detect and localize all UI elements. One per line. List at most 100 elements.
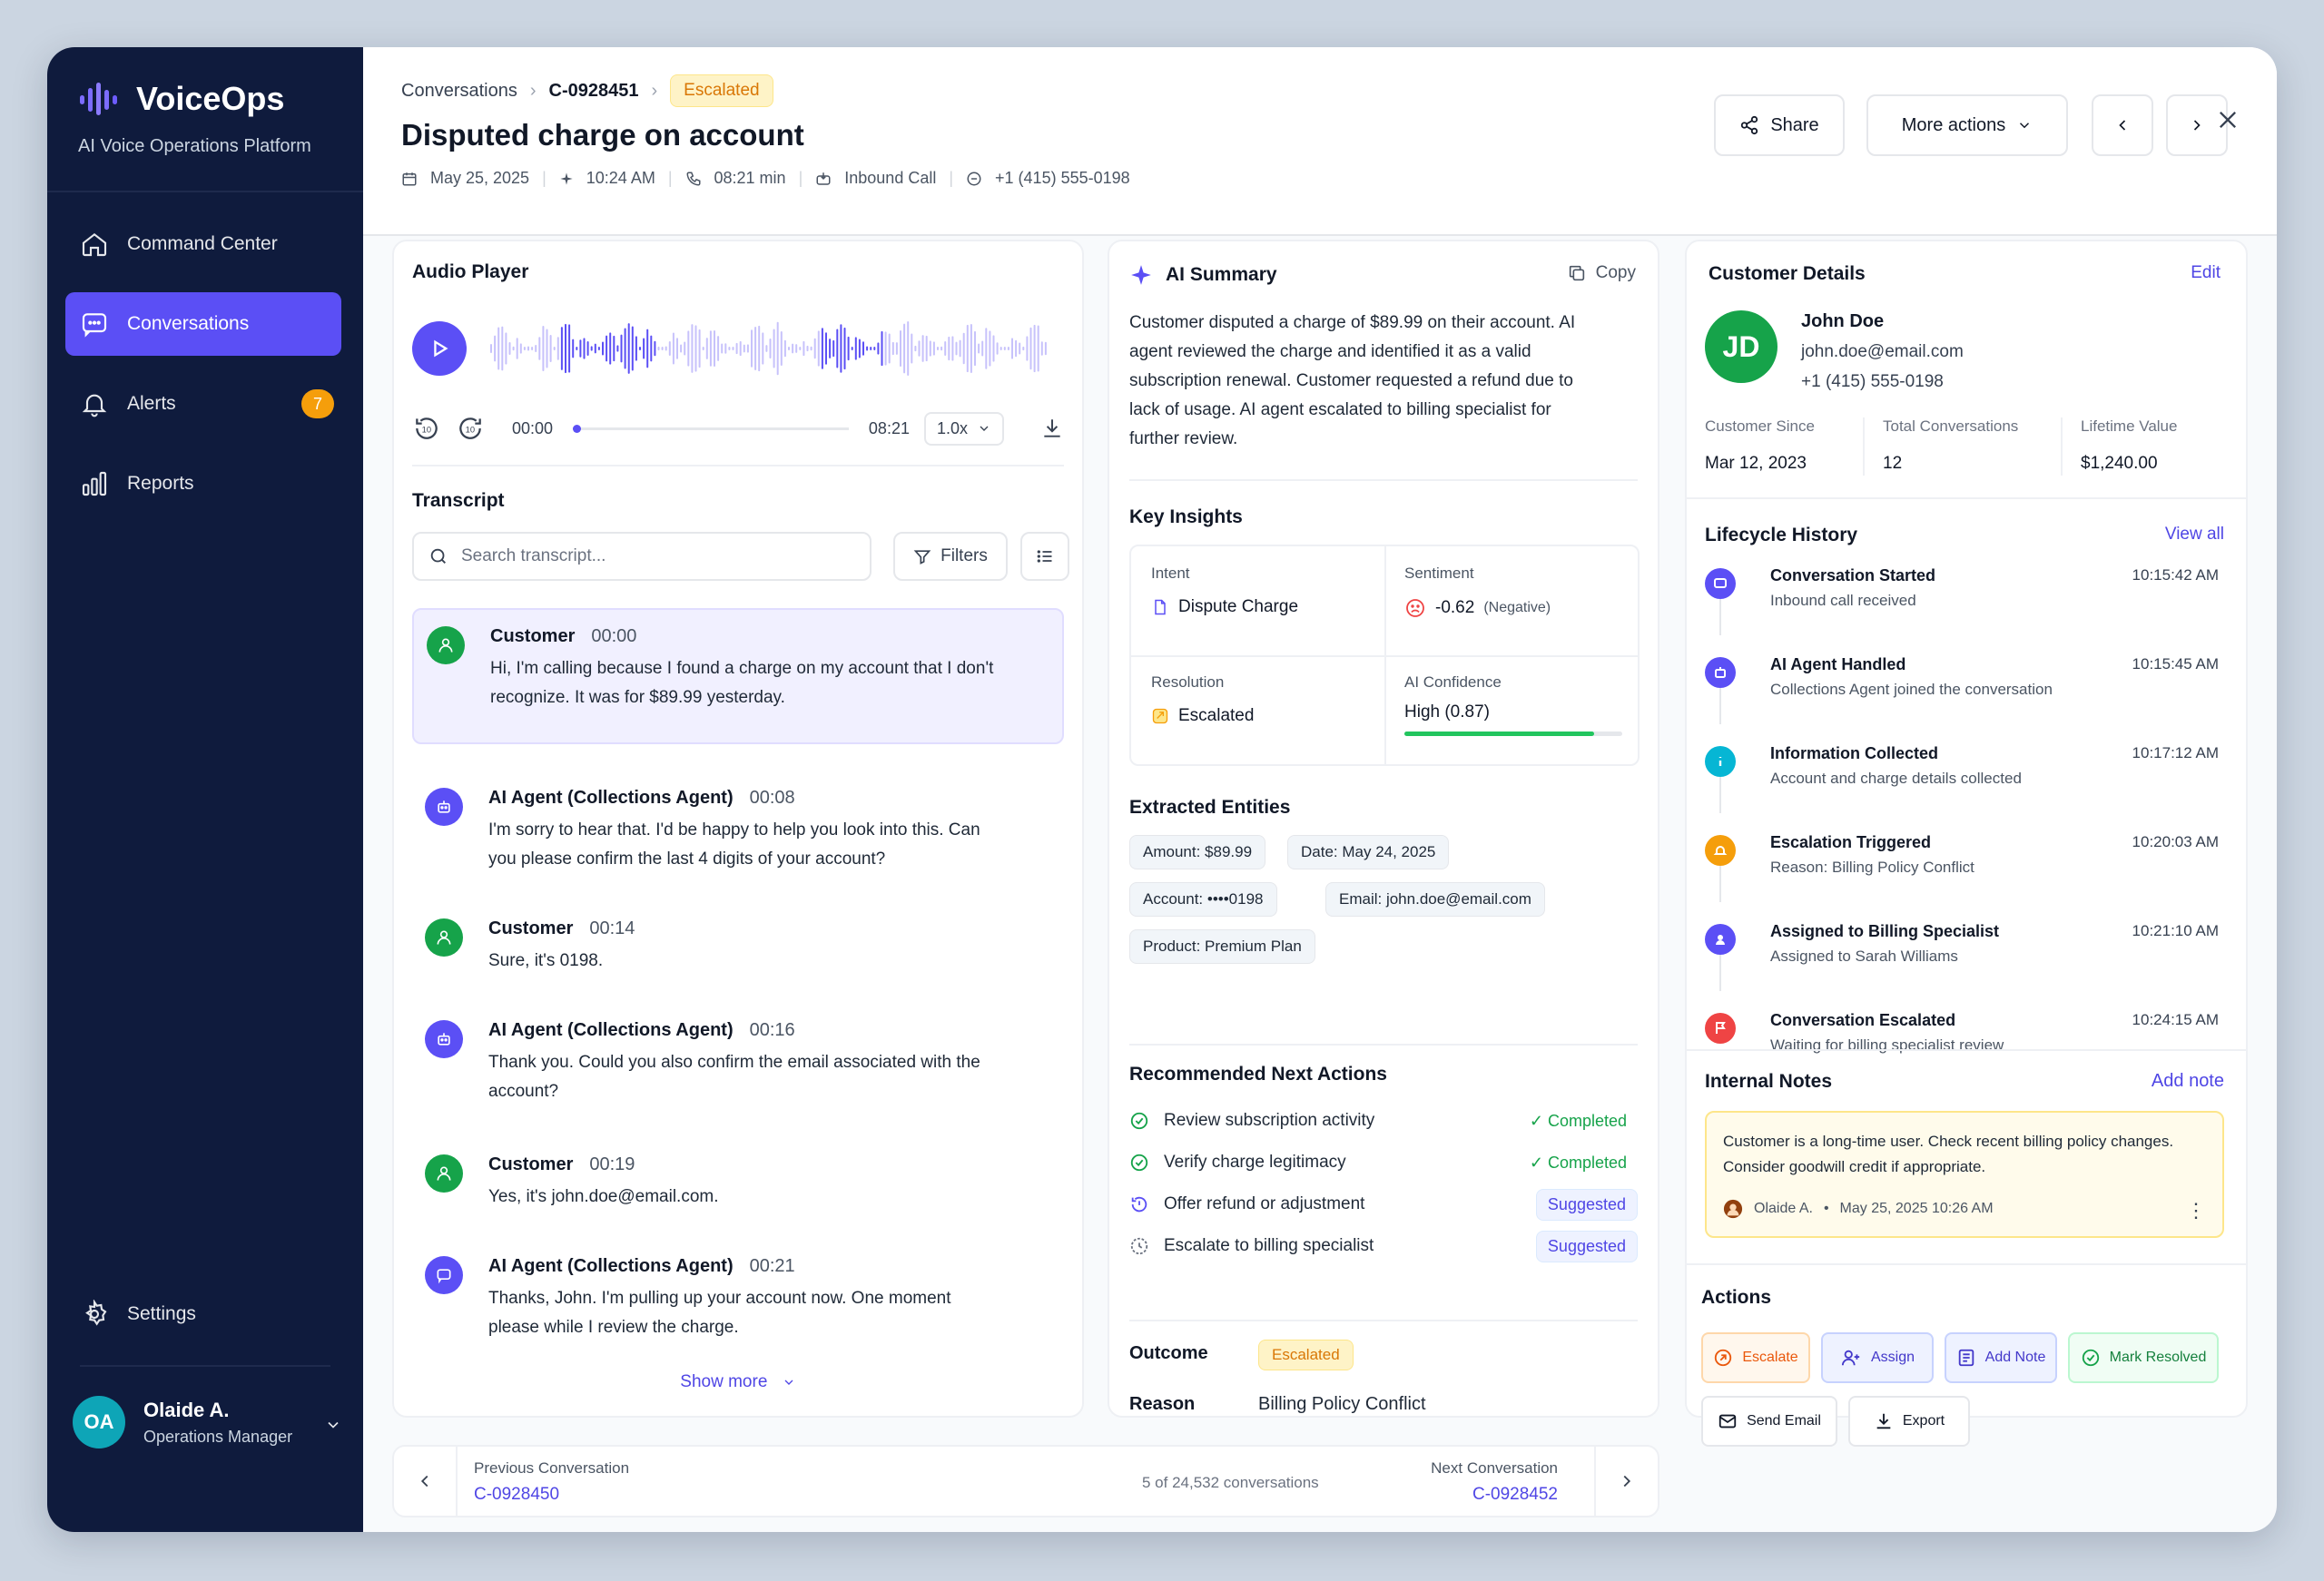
edit-customer-link[interactable]: Edit xyxy=(2191,263,2221,283)
escalate-button[interactable]: Escalate xyxy=(1701,1332,1810,1383)
app-window: VoiceOps AI Voice Operations Platform Co… xyxy=(47,47,2277,1532)
lifecycle-event[interactable]: Assigned to Billing Specialist Assigned t… xyxy=(1705,918,2219,991)
brand[interactable]: VoiceOps xyxy=(78,80,284,118)
copy-button[interactable]: Copy xyxy=(1567,263,1636,283)
recommended-action-item[interactable]: Offer refund or adjustment Suggested xyxy=(1129,1188,1638,1221)
sidebar-item-command-center[interactable]: Command Center xyxy=(65,212,341,276)
waveform-bar xyxy=(609,332,612,365)
lifecycle-event[interactable]: AI Agent Handled Collections Agent joined… xyxy=(1705,652,2219,724)
play-button[interactable] xyxy=(412,321,467,376)
message-text: Hi, I'm calling because I found a charge… xyxy=(490,659,994,707)
mail-icon xyxy=(1718,1414,1737,1429)
playback-speed-select[interactable]: 1.0x xyxy=(923,411,1004,446)
stat-label: Total Conversations xyxy=(1883,417,2019,435)
share-icon xyxy=(1741,115,1758,135)
insight-label: AI Confidence xyxy=(1404,673,1502,691)
waveform-bar xyxy=(817,330,820,367)
download-icon[interactable] xyxy=(1040,417,1064,440)
user-profile[interactable]: OA Olaide A. Operations Manager xyxy=(73,1396,292,1448)
chevron-down-icon xyxy=(784,1380,793,1385)
breadcrumb-conversations[interactable]: Conversations xyxy=(401,81,517,102)
previous-conversation[interactable]: Previous Conversation C-0928450 xyxy=(474,1459,629,1505)
lifecycle-event[interactable]: Escalation Triggered Reason: Billing Poli… xyxy=(1705,830,2219,902)
customer-phone[interactable]: +1 (415) 555-0198 xyxy=(1801,367,1964,397)
audio-waveform[interactable] xyxy=(488,319,1051,378)
next-conversation[interactable]: Next Conversation C-0928452 xyxy=(1431,1459,1558,1505)
recommended-action-item[interactable]: Review subscription activity ✓ Completed xyxy=(1129,1105,1638,1136)
customer-avatar: JD xyxy=(1705,310,1777,383)
transcript-message[interactable]: Customer 00:19 Yes, it's john.doe@email.c… xyxy=(412,1138,1064,1226)
recommended-action-item[interactable]: Escalate to billing specialist Suggested xyxy=(1129,1230,1638,1262)
export-button[interactable]: Export xyxy=(1848,1396,1970,1447)
sidebar-item-conversations[interactable]: Conversations xyxy=(65,292,341,356)
previous-button[interactable] xyxy=(2092,94,2153,156)
lifecycle-event[interactable]: Conversation Escalated Waiting for billin… xyxy=(1705,1007,2219,1071)
chevron-down-icon[interactable] xyxy=(324,1416,342,1434)
event-subtitle: Collections Agent joined the conversatio… xyxy=(1770,681,2053,698)
phone-icon xyxy=(686,172,701,186)
pager-previous-button[interactable] xyxy=(394,1447,458,1516)
chat-icon xyxy=(82,313,107,338)
add-note-link[interactable]: Add note xyxy=(2152,1071,2224,1092)
waveform-bar xyxy=(1007,347,1009,350)
transcript-message[interactable]: Customer 00:14 Sure, it's 0198. xyxy=(412,902,1064,990)
sidebar-item-alerts[interactable]: Alerts 7 xyxy=(65,372,341,436)
previous-conversation-id[interactable]: C-0928450 xyxy=(474,1485,629,1505)
list-view-button[interactable] xyxy=(1020,532,1069,581)
transcript-message[interactable]: Customer 00:00 Hi, I'm calling because I … xyxy=(412,608,1064,744)
alerts-count-badge: 7 xyxy=(301,389,334,418)
filters-button[interactable]: Filters xyxy=(893,532,1008,581)
sidebar-item-reports[interactable]: Reports xyxy=(65,452,341,516)
waveform-bar xyxy=(769,339,772,358)
more-vertical-icon[interactable]: ⋮ xyxy=(2186,1198,2206,1223)
transcript-message[interactable]: AI Agent (Collections Agent) 00:16 Thank … xyxy=(412,1004,1064,1121)
transcript-message[interactable]: AI Agent (Collections Agent) 00:08 I'm so… xyxy=(412,771,1064,889)
lifecycle-event[interactable]: Information Collected Account and charge … xyxy=(1705,741,2219,813)
show-more-button[interactable]: Show more xyxy=(394,1372,1082,1392)
svg-text:10: 10 xyxy=(422,426,431,435)
message-time: 00:19 xyxy=(589,1154,635,1174)
entity-tag: Account: ••••0198 xyxy=(1129,882,1277,917)
waveform-bar xyxy=(739,340,742,357)
waveform-bar xyxy=(966,324,969,373)
waveform-bar xyxy=(538,337,541,360)
waveform-bar xyxy=(795,344,798,353)
next-conversation-id[interactable]: C-0928452 xyxy=(1431,1485,1558,1505)
brand-subtitle: AI Voice Operations Platform xyxy=(78,136,311,156)
close-icon[interactable] xyxy=(2215,107,2240,133)
waveform-bar xyxy=(519,343,522,354)
assign-button[interactable]: Assign xyxy=(1821,1332,1934,1383)
reason-label: Reason xyxy=(1129,1394,1196,1414)
customer-email[interactable]: john.doe@email.com xyxy=(1801,337,1964,367)
waveform-bar xyxy=(709,330,712,367)
share-button[interactable]: Share xyxy=(1714,94,1845,156)
add-note-button[interactable]: Add Note xyxy=(1945,1332,2057,1383)
waveform-bar xyxy=(698,329,701,368)
timeline-connector xyxy=(1719,599,1721,635)
recommended-action-item[interactable]: Verify charge legitimacy ✓ Completed xyxy=(1129,1147,1638,1178)
forward-10-icon[interactable]: 10 xyxy=(456,414,485,443)
breadcrumb-conversation-id[interactable]: C-0928451 xyxy=(549,81,639,102)
share-label: Share xyxy=(1770,114,1819,135)
waveform-bar xyxy=(531,347,534,350)
send-email-button[interactable]: Send Email xyxy=(1701,1396,1837,1447)
lifecycle-event[interactable]: Conversation Started Inbound call receive… xyxy=(1705,563,2219,635)
check-circle-icon xyxy=(1130,1112,1148,1130)
waveform-bar xyxy=(602,341,604,356)
more-actions-button[interactable]: More actions xyxy=(1866,94,2068,156)
transcript-message[interactable]: AI Agent (Collections Agent) 00:21 Thanks… xyxy=(412,1240,1064,1357)
rewind-10-icon[interactable]: 10 xyxy=(412,414,441,443)
speaker-name: Customer xyxy=(488,1154,574,1174)
timeline-connector xyxy=(1719,866,1721,902)
audio-scrubber[interactable] xyxy=(573,424,849,433)
message-text: Thank you. Could you also confirm the em… xyxy=(488,1053,980,1101)
entity-tag: Amount: $89.99 xyxy=(1129,835,1266,869)
waveform-bar xyxy=(1011,338,1013,359)
divider xyxy=(1687,1049,2246,1051)
mark-resolved-button[interactable]: Mark Resolved xyxy=(2068,1332,2219,1383)
audio-player-title: Audio Player xyxy=(412,261,529,282)
sidebar-item-settings[interactable]: Settings xyxy=(80,1300,196,1329)
view-all-link[interactable]: View all xyxy=(2165,525,2224,545)
pager-next-button[interactable] xyxy=(1594,1447,1658,1516)
transcript-search-input[interactable]: Search transcript... xyxy=(412,532,872,581)
